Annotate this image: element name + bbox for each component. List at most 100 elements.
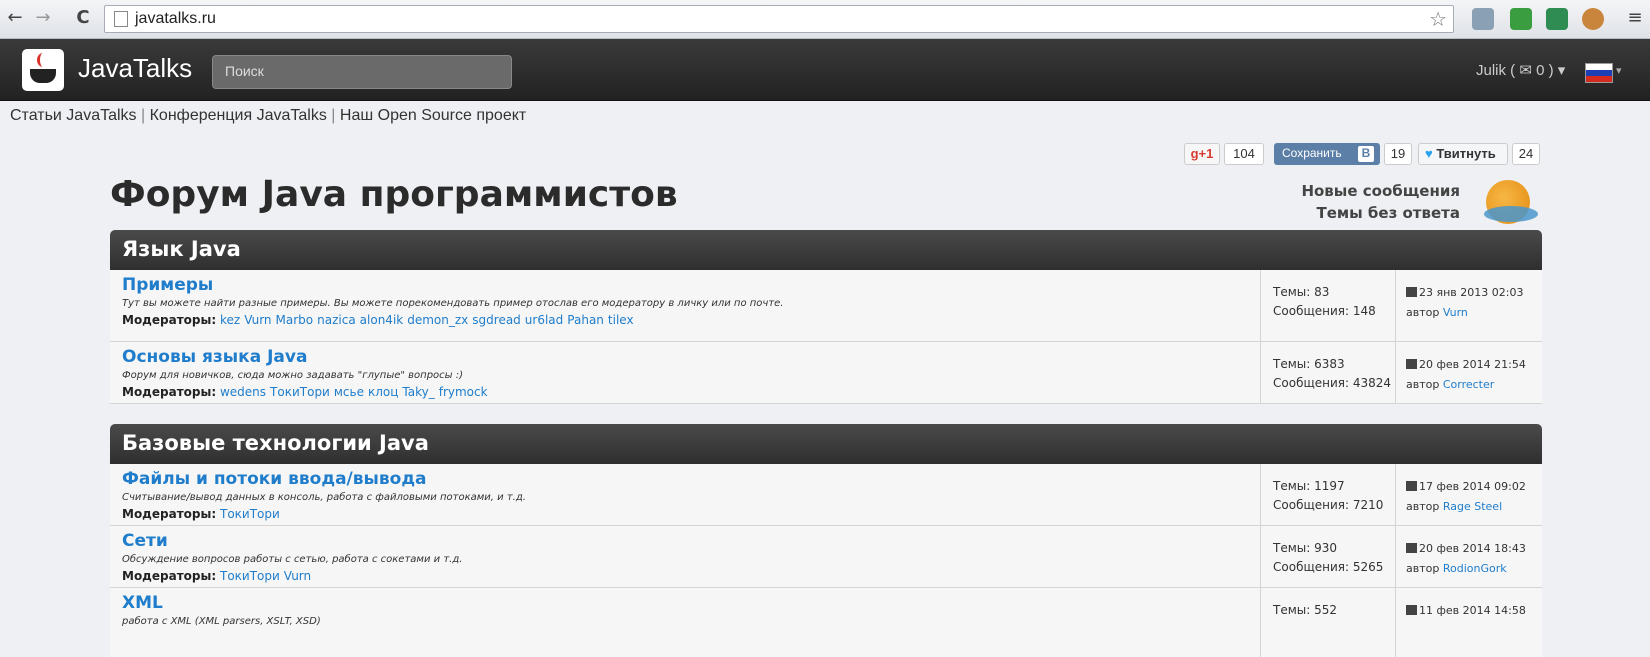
language-caret-icon[interactable]: ▾ [1616, 64, 1622, 77]
forum-stats: Темы: 1197 Сообщения: 7210 [1260, 464, 1396, 525]
last-post-date[interactable]: 20 фев 2014 18:43 [1419, 542, 1526, 555]
post-count: Сообщения: 5265 [1273, 560, 1384, 574]
last-post: 23 янв 2013 02:03 автор Vurn [1396, 270, 1542, 341]
last-post-author[interactable]: RodionGork [1443, 562, 1507, 575]
forum-name[interactable]: XML [122, 593, 1262, 613]
forum-name[interactable]: Основы языка Java [122, 347, 1262, 367]
moderator-link[interactable]: nazica [317, 313, 356, 327]
moderator-link[interactable]: ur6lad [525, 313, 563, 327]
moderator-link[interactable]: sgdread [472, 313, 521, 327]
post-count: Сообщения: 148 [1273, 304, 1376, 318]
address-bar[interactable]: javatalks.ru ☆ [104, 5, 1454, 33]
moderators-label: Модераторы: [122, 385, 217, 399]
topic-count: Темы: 6383 [1273, 357, 1345, 371]
moderator-link[interactable]: Taky_ [402, 385, 434, 399]
link-articles[interactable]: Статьи JavaTalks [10, 107, 137, 124]
bookmark-star-icon[interactable]: ☆ [1429, 7, 1447, 31]
back-icon[interactable]: ← [4, 8, 26, 28]
last-post-date[interactable]: 20 фев 2014 21:54 [1419, 358, 1526, 371]
last-post-date[interactable]: 11 фев 2014 14:58 [1419, 604, 1526, 617]
moderators-label: Модераторы: [122, 507, 217, 521]
javatalks-logo-icon[interactable] [22, 49, 64, 91]
tweet-button[interactable]: ♥ Твитнуть [1418, 143, 1508, 165]
unanswered-link[interactable]: Темы без ответа [1301, 202, 1460, 224]
last-post-author[interactable]: Rage Steel [1443, 500, 1502, 513]
top-links: Статьи JavaTalks | Конференция JavaTalks… [10, 107, 526, 125]
last-post: 11 фев 2014 14:58 [1396, 588, 1542, 657]
moderator-link[interactable]: Vurn [244, 313, 271, 327]
moderator-link[interactable]: ТокиТори [220, 569, 280, 583]
moderator-link[interactable]: Marbo [276, 313, 314, 327]
forum-stats: Темы: 83 Сообщения: 148 [1260, 270, 1396, 341]
last-post: 20 фев 2014 18:43 автор RodionGork [1396, 526, 1542, 587]
moderator-link[interactable]: tilex [608, 313, 634, 327]
moderator-link[interactable]: Vurn [284, 569, 311, 583]
topic-count: Темы: 83 [1273, 285, 1330, 299]
extension-wand-icon[interactable] [1472, 8, 1494, 30]
moderator-link[interactable]: frymock [439, 385, 488, 399]
url-text[interactable]: javatalks.ru [135, 10, 216, 28]
forum-stats: Темы: 552 [1260, 588, 1396, 657]
reload-icon[interactable]: C [72, 8, 94, 28]
author-prefix: автор [1406, 306, 1440, 319]
vk-count: 19 [1384, 143, 1412, 165]
vk-save-button[interactable]: Сохранить В [1274, 143, 1380, 165]
rss-plate-icon [1484, 206, 1538, 222]
forum-description: Обсуждение вопросов работы с сетью, рабо… [122, 554, 463, 565]
post-count: Сообщения: 7210 [1273, 498, 1384, 512]
topic-count: Темы: 552 [1273, 603, 1338, 617]
forum-description: Форум для новичков, сюда можно задавать … [122, 370, 464, 381]
links-separator: | [141, 107, 146, 124]
quick-links: Новые сообщения Темы без ответа [1301, 180, 1460, 224]
new-posts-link[interactable]: Новые сообщения [1301, 180, 1460, 202]
gplus-count: 104 [1224, 143, 1264, 165]
user-menu[interactable]: Julik ( ✉ 0 ) ▾ [1476, 61, 1565, 79]
author-prefix: автор [1406, 378, 1440, 391]
tweet-label: Твитнуть [1436, 146, 1496, 161]
link-open-source[interactable]: Наш Open Source проект [340, 107, 526, 124]
extension-cookie-icon[interactable] [1582, 8, 1604, 30]
moderator-link[interactable]: ТокиТори [270, 385, 330, 399]
calendar-icon [1406, 359, 1417, 369]
moderator-link[interactable]: kez [220, 313, 240, 327]
last-post-date[interactable]: 23 янв 2013 02:03 [1419, 286, 1523, 299]
extension-puzzle-icon[interactable] [1546, 8, 1568, 30]
search-input[interactable]: Поиск [212, 55, 512, 89]
forum-name[interactable]: Файлы и потоки ввода/вывода [122, 469, 1262, 489]
forward-icon[interactable]: → [32, 8, 54, 28]
twitter-bird-icon: ♥ [1425, 146, 1433, 161]
topic-count: Темы: 1197 [1273, 479, 1345, 493]
moderator-link[interactable]: demon_zx [407, 313, 468, 327]
forum-moderators: Модераторы: ТокиТори [122, 507, 1262, 521]
moderator-link[interactable]: клоц [368, 385, 398, 399]
forum-name[interactable]: Сети [122, 531, 1262, 551]
gplus-button[interactable]: g+1 [1184, 143, 1220, 165]
last-post: 17 фев 2014 09:02 автор Rage Steel [1396, 464, 1542, 525]
forum-description: Тут вы можете найти разные примеры. Вы м… [122, 298, 784, 309]
calendar-icon [1406, 543, 1417, 553]
moderator-link[interactable]: ТокиТори [220, 507, 280, 521]
vk-save-label: Сохранить [1282, 146, 1342, 160]
moderator-link[interactable]: Pahan [567, 313, 604, 327]
page-title: Форум Java программистов [110, 174, 678, 215]
vk-icon: В [1358, 146, 1374, 162]
last-post-author[interactable]: Vurn [1443, 306, 1468, 319]
forum-moderators: Модераторы: ТокиТори Vurn [122, 569, 1262, 583]
post-count: Сообщения: 43824 [1273, 376, 1392, 390]
category-header[interactable]: Базовые технологии Java [110, 424, 1542, 464]
forum-stats: Темы: 6383 Сообщения: 43824 [1260, 342, 1396, 403]
last-post-date[interactable]: 17 фев 2014 09:02 [1419, 480, 1526, 493]
moderator-link[interactable]: alon4ik [360, 313, 404, 327]
moderator-link[interactable]: мсье [334, 385, 364, 399]
menu-icon[interactable]: ≡ [1624, 8, 1646, 28]
extension-evernote-icon[interactable] [1510, 8, 1532, 30]
moderator-link[interactable]: wedens [220, 385, 266, 399]
forum-row: Сети Обсуждение вопросов работы с сетью,… [110, 526, 1542, 588]
site-brand[interactable]: JavaTalks [78, 53, 192, 84]
category-header[interactable]: Язык Java [110, 230, 1542, 270]
forum-name[interactable]: Примеры [122, 275, 1262, 295]
link-conference[interactable]: Конференция JavaTalks [150, 107, 327, 124]
russian-flag-icon[interactable] [1585, 63, 1613, 83]
calendar-icon [1406, 287, 1417, 297]
last-post-author[interactable]: Correcter [1443, 378, 1494, 391]
